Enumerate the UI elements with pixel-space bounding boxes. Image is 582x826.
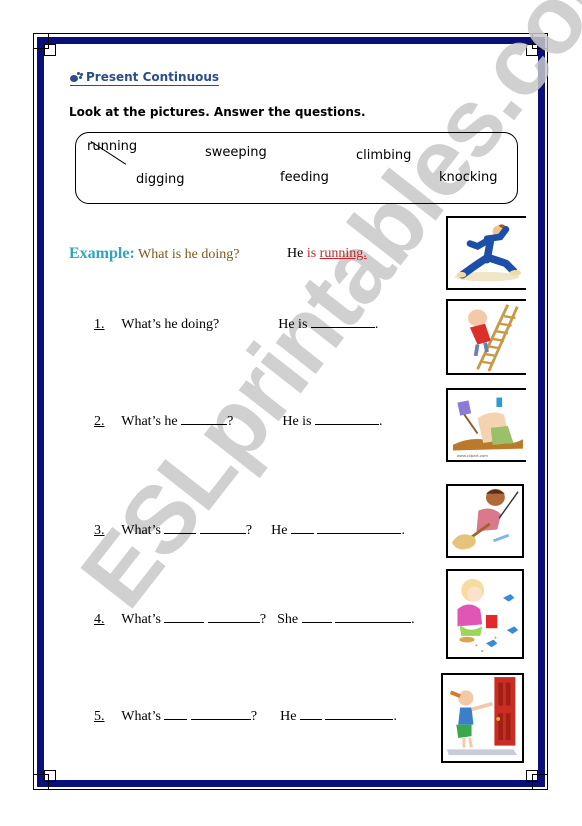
question-blank[interactable] xyxy=(181,412,228,425)
man-digging-picture: www.clipart.com xyxy=(446,388,526,462)
question-number: 2. xyxy=(94,414,105,429)
question-2: 2. What’s he ? He is . xyxy=(94,412,383,429)
answer-text: She xyxy=(277,612,299,627)
question-mark: ? xyxy=(227,414,234,429)
question-text: What’s he doing? xyxy=(121,317,220,332)
question-mark: ? xyxy=(245,523,253,538)
word-bank: running sweeping climbing digging feedin… xyxy=(75,132,518,204)
question-mark: ? xyxy=(250,709,258,724)
answer-blank[interactable] xyxy=(310,315,375,328)
answer-blank[interactable] xyxy=(290,521,314,534)
question-blank[interactable] xyxy=(164,610,205,623)
digging-man-illustration: www.clipart.com xyxy=(452,397,523,458)
girl-feeding-birds-picture xyxy=(446,569,524,659)
climbing-man-illustration xyxy=(468,304,519,372)
answer-blank[interactable] xyxy=(301,610,332,623)
instructions: Look at the pictures. Answer the questio… xyxy=(69,105,366,119)
man-running-picture xyxy=(446,216,526,290)
question-blank[interactable] xyxy=(199,521,246,534)
answer-blank[interactable] xyxy=(299,707,322,720)
example-label: Example: xyxy=(69,245,135,262)
example-answer-verb: is xyxy=(306,246,317,261)
word-bank-item: climbing xyxy=(356,148,412,163)
question-blank[interactable] xyxy=(164,521,197,534)
worksheet-title-text: Present Continuous xyxy=(86,70,220,84)
worksheet-title: Present Continuous xyxy=(70,70,220,86)
question-number: 3. xyxy=(94,523,105,538)
word-bank-item: sweeping xyxy=(205,145,267,160)
knocking-man-illustration xyxy=(446,677,518,756)
answer-text: He is xyxy=(282,414,312,429)
question-1: 1. What’s he doing? He is . xyxy=(94,315,379,332)
example-answer: He is running. xyxy=(287,246,367,262)
question-number: 1. xyxy=(94,317,105,332)
word-bank-item: running xyxy=(87,139,138,154)
word-bank-item: digging xyxy=(136,172,185,187)
question-5: 5. What’s ? He . xyxy=(94,707,397,724)
footprints-icon xyxy=(70,72,83,82)
answer-text: He is xyxy=(278,317,308,332)
answer-blank[interactable] xyxy=(325,707,394,720)
question-number: 5. xyxy=(94,709,105,724)
man-climbing-ladder-picture xyxy=(446,299,526,375)
boy-sweeping-picture xyxy=(446,484,524,558)
question-text: What’s xyxy=(121,612,161,627)
answer-text: He xyxy=(280,709,297,724)
example-answer-word: running. xyxy=(319,246,367,261)
question-3: 3. What’s ? He . xyxy=(94,521,405,538)
example-question: What is he doing? xyxy=(138,247,240,262)
word-bank-item: feeding xyxy=(280,170,329,185)
question-mark: ? xyxy=(259,612,267,627)
svg-text:www.clipart.com: www.clipart.com xyxy=(457,453,489,458)
example-answer-subject: He xyxy=(287,246,304,261)
question-4: 4. What’s ? She . xyxy=(94,610,415,627)
example-row: Example: What is he doing? He is running… xyxy=(69,245,367,263)
worksheet: Present Continuous Look at the pictures.… xyxy=(0,0,582,826)
question-blank[interactable] xyxy=(207,610,260,623)
question-text: What’s xyxy=(121,709,161,724)
man-knocking-door-picture xyxy=(441,673,524,763)
running-man-illustration xyxy=(454,224,522,282)
sweeping-boy-illustration xyxy=(451,488,519,550)
question-blank[interactable] xyxy=(190,707,251,720)
answer-blank[interactable] xyxy=(335,610,412,623)
question-text: What’s xyxy=(121,523,161,538)
feeding-girl-illustration xyxy=(457,578,519,652)
question-blank[interactable] xyxy=(164,707,188,720)
answer-text: He xyxy=(271,523,288,538)
question-text: What’s he xyxy=(121,414,178,429)
answer-blank[interactable] xyxy=(317,521,402,534)
answer-blank[interactable] xyxy=(315,412,380,425)
question-number: 4. xyxy=(94,612,105,627)
word-bank-item: knocking xyxy=(439,170,498,185)
